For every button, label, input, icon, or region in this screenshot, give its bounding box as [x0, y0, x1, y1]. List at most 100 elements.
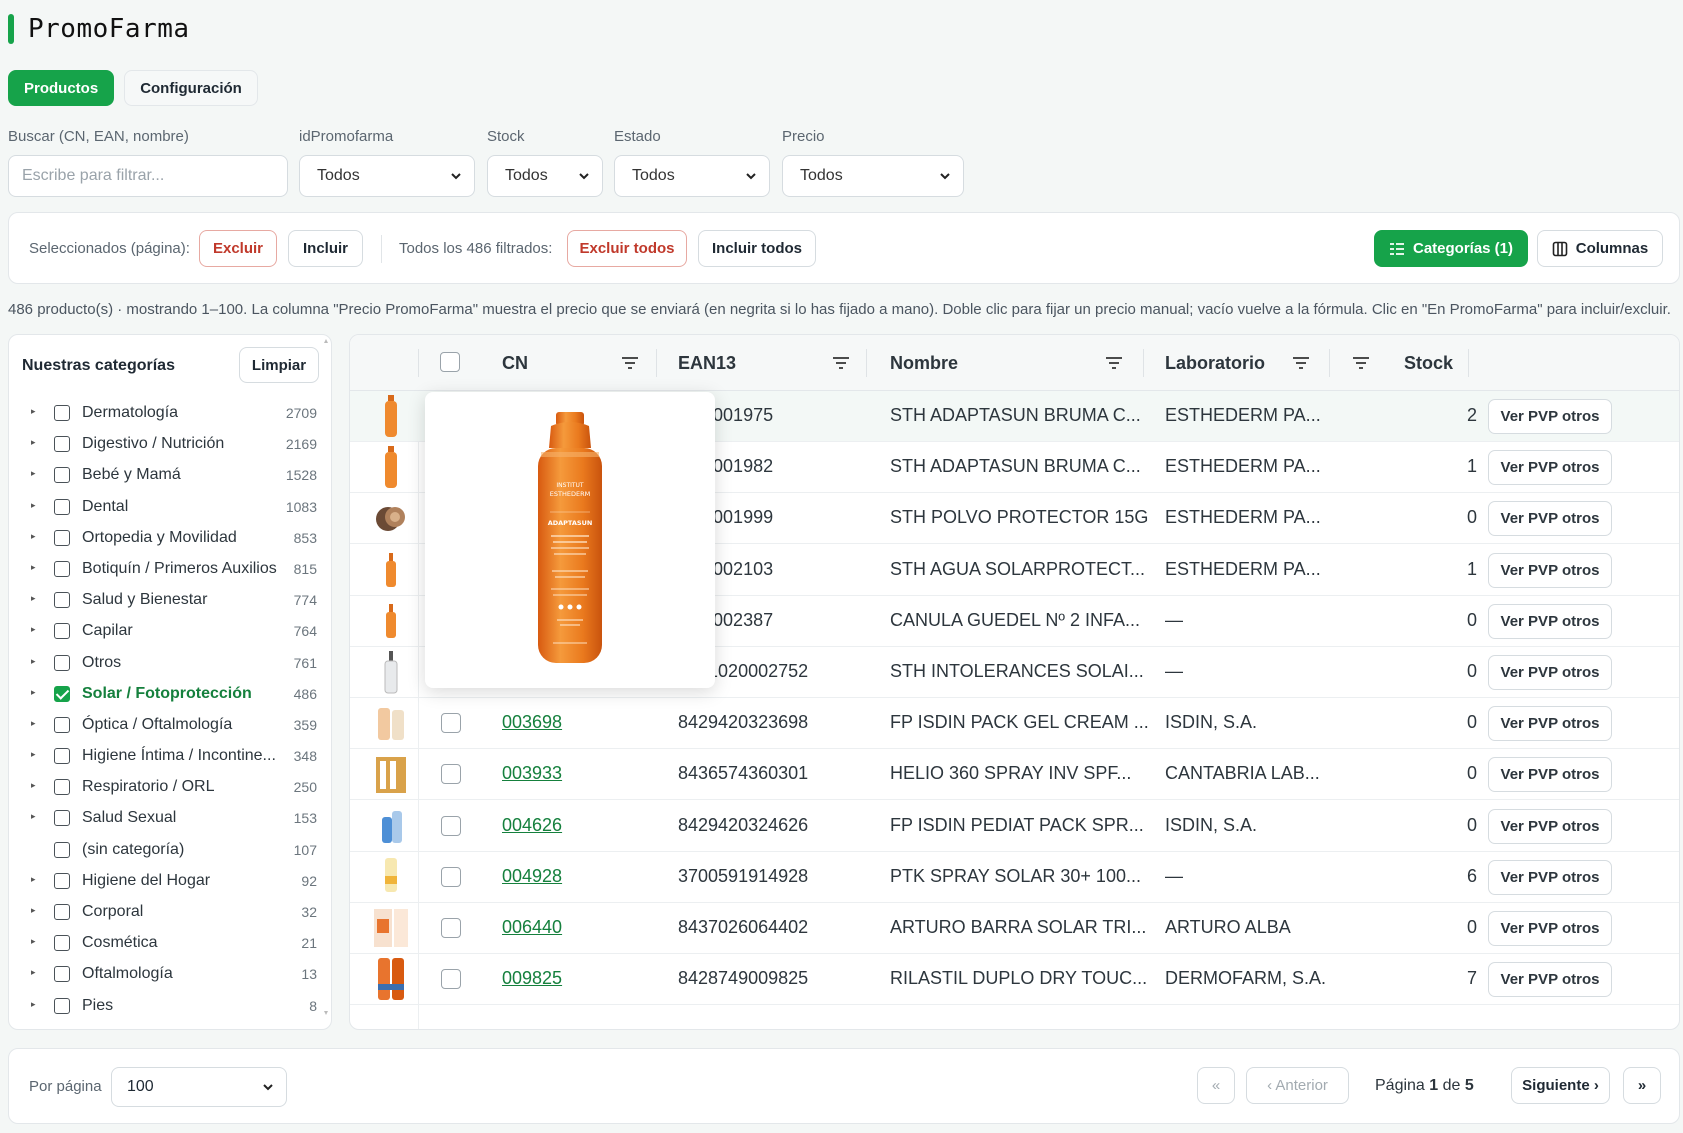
ver-pvp-otros-button[interactable]: Ver PVP otros — [1488, 962, 1612, 998]
expand-arrow-icon[interactable]: ▸ — [31, 967, 36, 978]
select-all-checkbox[interactable] — [440, 352, 460, 372]
sidebar-category-item[interactable]: ▸ Corporal 32 — [9, 896, 331, 927]
tab-configuracion[interactable]: Configuración — [124, 70, 258, 106]
column-header-cn[interactable]: CN — [502, 353, 528, 374]
table-row[interactable]: 003933 8436574360301 HELIO 360 SPRAY INV S… — [350, 749, 1679, 801]
ver-pvp-otros-button[interactable]: Ver PVP otros — [1488, 552, 1612, 588]
expand-arrow-icon[interactable]: ▸ — [31, 468, 36, 479]
category-checkbox[interactable] — [54, 654, 70, 671]
sidebar-scrollbar[interactable] — [323, 337, 329, 1017]
expand-arrow-icon[interactable]: ▸ — [31, 999, 36, 1010]
expand-arrow-icon[interactable]: ▸ — [31, 406, 36, 417]
category-checkbox[interactable] — [54, 529, 70, 546]
category-checkbox[interactable] — [54, 560, 70, 577]
filter-icon[interactable] — [1105, 355, 1123, 371]
sidebar-category-item[interactable]: ▸ Capilar 764 — [9, 615, 331, 646]
per-page-select[interactable]: 100 — [111, 1067, 287, 1107]
estado-filter-select[interactable]: Todos — [614, 155, 770, 197]
row-checkbox[interactable] — [441, 815, 461, 836]
sidebar-category-item[interactable]: ▸ Respiratorio / ORL 250 — [9, 771, 331, 802]
expand-arrow-icon[interactable]: ▸ — [31, 593, 36, 604]
expand-arrow-icon[interactable]: ▸ — [31, 687, 36, 698]
sidebar-category-item[interactable]: ▸ Higiene del Hogar 92 — [9, 865, 331, 896]
expand-arrow-icon[interactable]: ▸ — [31, 718, 36, 729]
sidebar-category-item[interactable]: ▸ Dental 1083 — [9, 491, 331, 522]
tab-productos[interactable]: Productos — [8, 70, 115, 106]
sidebar-category-item[interactable]: (sin categoría) 107 — [9, 834, 331, 865]
product-thumbnail[interactable] — [368, 495, 414, 541]
category-checkbox[interactable] — [54, 904, 70, 920]
sidebar-category-item[interactable]: ▸ Ortopedia y Movilidad 853 — [9, 522, 331, 553]
product-thumbnail[interactable] — [368, 649, 414, 695]
ver-pvp-otros-button[interactable]: Ver PVP otros — [1488, 501, 1612, 537]
sidebar-category-item[interactable]: ▸ Dermatología 2709 — [9, 397, 331, 428]
row-checkbox[interactable] — [441, 764, 461, 785]
ver-pvp-otros-button[interactable]: Ver PVP otros — [1488, 859, 1612, 895]
cn-link[interactable]: 009825 — [502, 968, 562, 989]
column-header-stock[interactable]: Stock — [1404, 353, 1453, 374]
product-thumbnail[interactable] — [368, 956, 414, 1002]
expand-arrow-icon[interactable]: ▸ — [31, 656, 36, 667]
include-button[interactable]: Incluir — [288, 230, 363, 267]
product-thumbnail[interactable] — [368, 393, 414, 439]
cn-link[interactable]: 003933 — [502, 763, 562, 784]
sidebar-category-item[interactable]: ▸ Cosmética 21 — [9, 927, 331, 958]
sidebar-category-item[interactable]: ▸ Botiquín / Primeros Auxilios 815 — [9, 553, 331, 584]
cn-link[interactable]: 004626 — [502, 815, 562, 836]
product-thumbnail[interactable] — [368, 854, 414, 900]
last-page-button[interactable]: » — [1623, 1067, 1661, 1104]
product-thumbnail[interactable] — [368, 751, 414, 797]
product-thumbnail[interactable] — [368, 598, 414, 644]
expand-arrow-icon[interactable]: ▸ — [31, 936, 36, 947]
table-row[interactable]: 004626 8429420324626 FP ISDIN PEDIAT PACK … — [350, 801, 1679, 852]
category-checkbox[interactable] — [54, 841, 70, 858]
cn-link[interactable]: 006440 — [502, 917, 562, 938]
table-row[interactable]: 004928 3700591914928 PTK SPRAY SOLAR 30+ 1… — [350, 852, 1679, 903]
expand-arrow-icon[interactable]: ▸ — [31, 905, 36, 916]
next-page-button[interactable]: Siguiente › — [1511, 1067, 1610, 1104]
category-checkbox[interactable] — [54, 592, 70, 609]
column-header-laboratorio[interactable]: Laboratorio — [1165, 353, 1265, 374]
column-header-nombre[interactable]: Nombre — [890, 353, 958, 374]
sidebar-category-item[interactable]: ▸ Óptica / Oftalmología 359 — [9, 709, 331, 740]
ver-pvp-otros-button[interactable]: Ver PVP otros — [1488, 757, 1612, 793]
product-thumbnail[interactable] — [368, 444, 414, 490]
include-all-button[interactable]: Incluir todos — [698, 230, 816, 267]
category-checkbox[interactable] — [54, 623, 70, 640]
category-checkbox[interactable] — [54, 405, 70, 421]
product-thumbnail[interactable] — [368, 905, 414, 951]
category-checkbox[interactable] — [54, 872, 70, 889]
category-checkbox[interactable] — [54, 966, 70, 983]
category-checkbox[interactable] — [54, 779, 70, 796]
category-checkbox[interactable] — [54, 810, 70, 827]
expand-arrow-icon[interactable]: ▸ — [31, 562, 36, 573]
stock-filter-select[interactable]: Todos — [487, 155, 603, 197]
row-checkbox[interactable] — [441, 969, 461, 990]
row-checkbox[interactable] — [441, 713, 461, 734]
sidebar-category-item[interactable]: ▸ Bebé y Mamá 1528 — [9, 459, 331, 490]
sidebar-category-item[interactable]: ▸ Solar / Fotoprotección 486 — [9, 678, 331, 709]
category-checkbox[interactable] — [54, 748, 70, 765]
first-page-button[interactable]: « — [1197, 1067, 1235, 1104]
product-thumbnail[interactable] — [368, 700, 414, 746]
id-filter-select[interactable]: Todos — [299, 155, 475, 197]
filter-icon[interactable] — [1352, 355, 1370, 371]
ver-pvp-otros-button[interactable]: Ver PVP otros — [1488, 399, 1612, 434]
ver-pvp-otros-button[interactable]: Ver PVP otros — [1488, 706, 1612, 742]
column-header-ean13[interactable]: EAN13 — [678, 353, 736, 374]
sidebar-category-item[interactable]: ▸ Higiene Íntima / Incontine... 348 — [9, 740, 331, 771]
prev-page-button[interactable]: ‹ Anterior — [1246, 1067, 1349, 1104]
clear-categories-button[interactable]: Limpiar — [239, 347, 319, 383]
sidebar-category-item[interactable]: ▸ Salud Sexual 153 — [9, 802, 331, 833]
ver-pvp-otros-button[interactable]: Ver PVP otros — [1488, 603, 1612, 639]
ver-pvp-otros-button[interactable]: Ver PVP otros — [1488, 808, 1612, 844]
category-checkbox[interactable] — [54, 997, 70, 1014]
expand-arrow-icon[interactable]: ▸ — [31, 749, 36, 760]
columns-button[interactable]: Columnas — [1537, 230, 1663, 267]
expand-arrow-icon[interactable]: ▸ — [31, 874, 36, 885]
row-checkbox[interactable] — [441, 918, 461, 938]
row-checkbox[interactable] — [441, 866, 461, 887]
filter-icon[interactable] — [832, 355, 850, 371]
sidebar-category-item[interactable]: ▸ Digestivo / Nutrición 2169 — [9, 428, 331, 459]
categories-button[interactable]: Categorías (1) — [1374, 230, 1528, 267]
